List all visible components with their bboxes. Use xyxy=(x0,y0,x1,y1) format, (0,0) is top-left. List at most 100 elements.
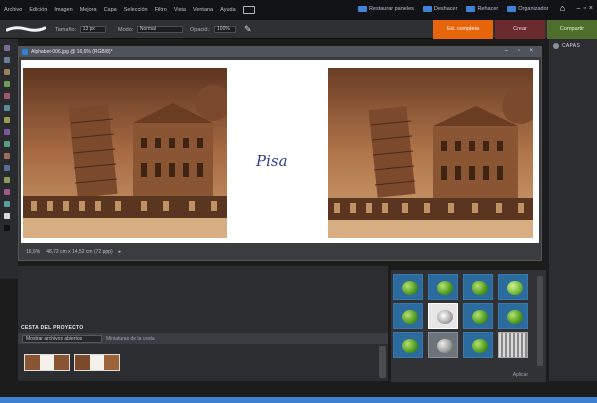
paint-bucket-tool-icon[interactable] xyxy=(4,153,10,159)
restore-icon xyxy=(357,5,367,12)
size-field[interactable]: 13 px xyxy=(79,26,106,33)
document-status-bar: 16,6% 48,72 cm x 14,52 cm (72 ppp) ▸ xyxy=(21,247,539,257)
layers-icon xyxy=(553,43,559,49)
effects-grid xyxy=(393,274,528,358)
status-arrow-icon[interactable]: ▸ xyxy=(119,249,122,255)
undo-button[interactable]: Deshacer xyxy=(422,5,458,12)
magic-wand-tool-icon[interactable] xyxy=(4,117,10,123)
document-type-icon xyxy=(22,49,28,55)
layers-panel-header[interactable]: CAPAS xyxy=(549,39,597,53)
effect-thumbnail[interactable] xyxy=(393,274,423,300)
background-color-swatch[interactable] xyxy=(4,225,10,231)
zoom-tool-icon[interactable] xyxy=(4,57,10,63)
layers-label: CAPAS xyxy=(562,43,581,49)
undo-label: Deshacer xyxy=(433,5,458,12)
effect-thumbnail[interactable] xyxy=(428,274,458,300)
layers-panel: CAPAS xyxy=(549,39,597,381)
handwritten-caption: Pisa xyxy=(256,152,288,170)
menubar-right: Restaurar paneles Deshacer Rehacer Organ… xyxy=(357,4,593,13)
mode-select[interactable]: Normal xyxy=(136,26,183,33)
organizer-button[interactable]: Organizador xyxy=(507,5,549,12)
tab-share[interactable]: Compartir xyxy=(547,20,597,39)
project-thumbnail[interactable] xyxy=(74,354,120,371)
window-controls: – ▫ × xyxy=(577,5,593,12)
eraser-tool-icon[interactable] xyxy=(4,141,10,147)
menu-ventana[interactable]: Ventana xyxy=(193,7,213,13)
project-thumbnail[interactable] xyxy=(24,354,70,371)
organizer-label: Organizador xyxy=(518,5,549,12)
close-icon[interactable]: × xyxy=(589,5,593,12)
gradient-tool-icon[interactable] xyxy=(4,165,10,171)
effect-thumbnail[interactable] xyxy=(393,303,423,329)
effect-thumbnail[interactable] xyxy=(498,274,528,300)
effect-thumbnail[interactable] xyxy=(463,274,493,300)
effect-thumbnail[interactable] xyxy=(498,332,528,358)
effects-apply-button[interactable]: Aplicar xyxy=(513,372,528,378)
project-bin: CESTA DEL PROYECTO Mostrar archivos abie… xyxy=(18,266,388,381)
brush-tool-icon[interactable] xyxy=(4,129,10,135)
project-bin-header: CESTA DEL PROYECTO xyxy=(21,325,84,331)
airbrush-icon[interactable]: ✎ xyxy=(244,24,256,34)
size-control: Tamaño: 13 px xyxy=(55,26,106,33)
shape-tool-icon[interactable] xyxy=(4,177,10,183)
redo-button[interactable]: Rehacer xyxy=(466,5,498,12)
size-label: Tamaño: xyxy=(55,26,77,33)
restore-label: Restaurar paneles xyxy=(368,5,414,12)
menu-ayuda[interactable]: Ayuda xyxy=(220,7,236,13)
hand-tool-icon[interactable] xyxy=(4,69,10,75)
move-tool-icon[interactable] xyxy=(4,45,10,51)
effect-thumbnail[interactable] xyxy=(428,303,458,329)
undo-icon xyxy=(422,5,432,12)
crop-tool-icon[interactable] xyxy=(4,201,10,207)
menu-bar: Archivo Edición Imagen Mejora Capa Selec… xyxy=(0,0,597,20)
document-window: Alphabet-006.jpg @ 16,6% (RGB/8)* – ▫ × xyxy=(18,46,542,261)
tab-full-edit[interactable]: Ed. completa xyxy=(433,20,493,39)
effect-thumbnail[interactable] xyxy=(463,303,493,329)
effect-thumbnail[interactable] xyxy=(428,332,458,358)
document-size: 48,72 cm x 14,52 cm (72 ppp) xyxy=(46,249,113,255)
home-icon[interactable]: ⌂ xyxy=(558,4,568,13)
zoom-readout[interactable]: 16,6% xyxy=(26,249,40,255)
mode-control: Modo: Normal xyxy=(118,26,183,33)
redo-icon xyxy=(466,5,476,12)
organizer-icon xyxy=(507,5,517,12)
lasso-tool-icon[interactable] xyxy=(4,105,10,111)
opacity-control: Opacid.: 100% xyxy=(190,26,237,33)
menu-filtro[interactable]: Filtro xyxy=(155,7,167,13)
minimize-icon[interactable]: – xyxy=(577,5,581,12)
project-bin-scrollbar[interactable] xyxy=(379,346,386,378)
tool-options-bar: Tamaño: 13 px Modo: Normal Opacid.: 100%… xyxy=(0,20,597,39)
tab-create[interactable]: Crear xyxy=(495,20,545,39)
effects-scrollbar[interactable] xyxy=(537,276,543,366)
workspace-icon[interactable] xyxy=(242,6,255,14)
menu-mejora[interactable]: Mejora xyxy=(80,7,97,13)
maximize-icon[interactable]: ▫ xyxy=(583,5,585,12)
project-bin-label: Miniaturas de la cesta xyxy=(106,335,155,342)
menu-edicion[interactable]: Edición xyxy=(29,7,47,13)
marquee-tool-icon[interactable] xyxy=(4,93,10,99)
right-photo xyxy=(328,68,533,238)
brush-preview-icon[interactable] xyxy=(6,25,46,33)
foreground-color-swatch[interactable] xyxy=(4,213,10,219)
menu-seleccion[interactable]: Selección xyxy=(124,7,148,13)
document-window-controls[interactable]: – ▫ × xyxy=(505,48,537,54)
effect-thumbnail[interactable] xyxy=(463,332,493,358)
image-canvas[interactable]: Pisa xyxy=(21,60,539,243)
opacity-field[interactable]: 100% xyxy=(214,26,237,33)
project-thumbnails xyxy=(24,354,120,371)
project-bin-select[interactable]: Mostrar archivos abiertos xyxy=(22,334,102,343)
type-tool-icon[interactable] xyxy=(4,189,10,195)
menu-archivo[interactable]: Archivo xyxy=(4,7,22,13)
restore-panels-button[interactable]: Restaurar paneles xyxy=(357,5,414,12)
effect-thumbnail[interactable] xyxy=(393,332,423,358)
menu-vista[interactable]: Vista xyxy=(174,7,186,13)
menu-imagen[interactable]: Imagen xyxy=(54,7,72,13)
menu-capa[interactable]: Capa xyxy=(104,7,117,13)
document-titlebar[interactable]: Alphabet-006.jpg @ 16,6% (RGB/8)* – ▫ × xyxy=(19,47,541,57)
eyedropper-tool-icon[interactable] xyxy=(4,81,10,87)
effects-panel: Aplicar xyxy=(391,270,546,382)
project-bin-toolbar: Mostrar archivos abiertos Miniaturas de … xyxy=(18,333,388,344)
tools-panel xyxy=(0,39,18,279)
document-title: Alphabet-006.jpg @ 16,6% (RGB/8)* xyxy=(31,49,113,55)
effect-thumbnail[interactable] xyxy=(498,303,528,329)
